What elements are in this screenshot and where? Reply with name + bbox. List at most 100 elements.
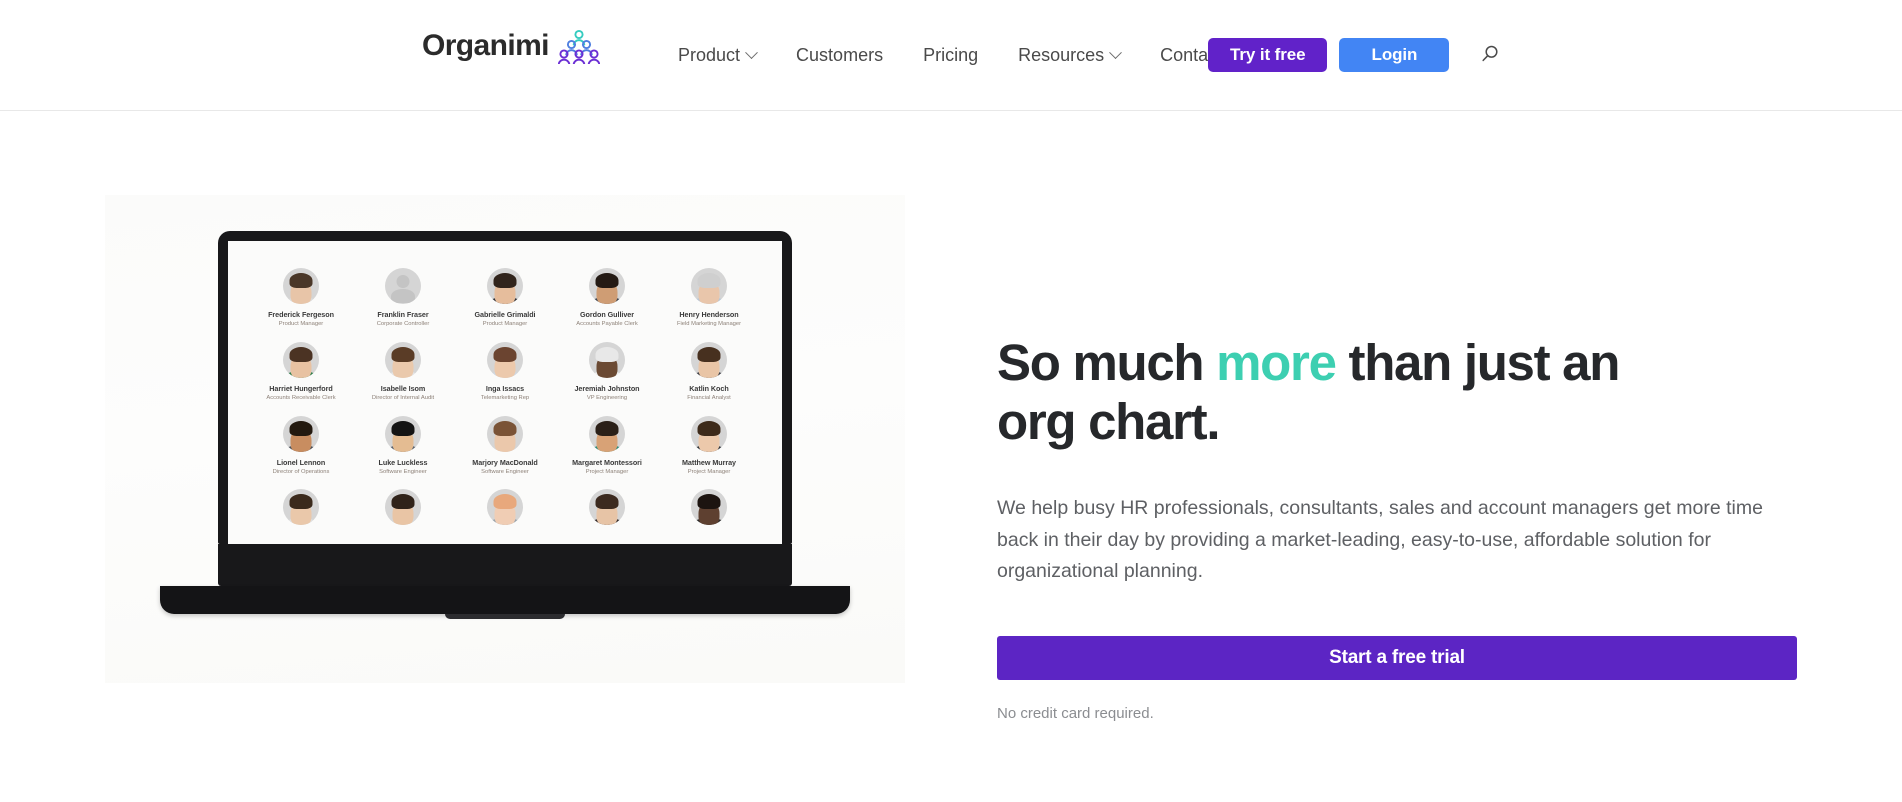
hero-headline-part1: So much bbox=[997, 334, 1217, 391]
avatar-hair bbox=[289, 273, 313, 288]
org-chart-card[interactable]: Katlin Koch Financial Analyst bbox=[658, 341, 760, 403]
search-icon bbox=[1480, 44, 1500, 67]
nav-item-resources[interactable]: Resources bbox=[998, 45, 1140, 66]
cta-note: No credit card required. bbox=[997, 705, 1154, 723]
chevron-down-icon bbox=[745, 45, 758, 59]
avatar-hair bbox=[493, 346, 517, 362]
avatar bbox=[691, 268, 727, 304]
avatar bbox=[487, 489, 523, 526]
avatar-hair bbox=[595, 420, 619, 436]
avatar-shoulders bbox=[391, 289, 415, 303]
avatar bbox=[487, 415, 523, 452]
nav-item-product-label: Product bbox=[678, 44, 741, 65]
org-chart-grid: Frederick Fergeson Product Manager Frankli… bbox=[228, 241, 782, 531]
avatar bbox=[487, 341, 523, 378]
org-chart-person-name: Franklin Fraser bbox=[377, 310, 429, 319]
nav-item-pricing[interactable]: Pricing bbox=[903, 45, 998, 66]
avatar bbox=[691, 341, 727, 378]
avatar-hair bbox=[493, 494, 517, 510]
avatar-hair bbox=[391, 346, 415, 362]
nav-item-customers[interactable]: Customers bbox=[776, 45, 903, 66]
org-chart-person-name: Henry Henderson bbox=[679, 310, 739, 319]
avatar-hair bbox=[289, 346, 313, 362]
hero-headline-accent: more bbox=[1216, 334, 1337, 391]
org-chart-card[interactable]: Gabrielle Grimaldi Product Manager bbox=[454, 268, 556, 329]
try-it-free-button[interactable]: Try it free bbox=[1208, 38, 1328, 72]
org-chart-card[interactable] bbox=[250, 489, 352, 531]
organimi-pyramid-logo-icon bbox=[557, 28, 601, 65]
avatar-hair bbox=[493, 420, 517, 436]
org-chart-person-title: Accounts Payable Clerk bbox=[576, 321, 638, 327]
brand-wordmark: Organimi bbox=[422, 29, 549, 62]
org-chart-person-name: Margaret Montessori bbox=[572, 457, 642, 467]
laptop-mockup-image: Frederick Fergeson Product Manager Frankli… bbox=[160, 231, 850, 619]
avatar-hair bbox=[697, 494, 721, 510]
org-chart-card[interactable]: Luke Luckless Software Engineer bbox=[352, 415, 454, 477]
start-free-trial-button[interactable]: Start a free trial bbox=[997, 636, 1797, 681]
org-chart-card[interactable] bbox=[556, 489, 658, 531]
org-chart-person-title: Field Marketing Manager bbox=[676, 321, 742, 327]
org-chart-person-title: Project Manager bbox=[687, 468, 731, 475]
org-chart-card[interactable]: Frederick Fergeson Product Manager bbox=[250, 268, 352, 329]
org-chart-person-name: Frederick Fergeson bbox=[268, 310, 334, 319]
org-chart-person-title: Software Engineer bbox=[379, 468, 427, 475]
avatar-hair bbox=[595, 494, 619, 510]
org-chart-card[interactable]: Marjory MacDonald Software Engineer bbox=[454, 415, 556, 477]
search-button[interactable] bbox=[1470, 0, 1510, 110]
org-chart-card[interactable]: Margaret Montessori Project Manager bbox=[556, 415, 658, 477]
avatar bbox=[487, 268, 523, 304]
avatar bbox=[589, 489, 625, 526]
hero-visual-panel: Frederick Fergeson Product Manager Frankli… bbox=[105, 195, 905, 683]
org-chart-card[interactable]: Lionel Lennon Director of Operations bbox=[250, 415, 352, 477]
nav-item-resources-label: Resources bbox=[1018, 44, 1105, 65]
avatar-hair bbox=[493, 273, 517, 288]
login-button[interactable]: Login bbox=[1339, 38, 1450, 72]
avatar bbox=[385, 489, 421, 526]
org-chart-person-name: Luke Luckless bbox=[378, 457, 428, 467]
org-chart-person-title: Telemarketing Rep bbox=[480, 394, 530, 401]
org-chart-person-name: Inga Issacs bbox=[485, 383, 525, 393]
org-chart-person-name: Harriet Hungerford bbox=[269, 383, 333, 393]
laptop-notch bbox=[445, 614, 565, 619]
brand-logo[interactable]: Organimi bbox=[422, 28, 601, 65]
org-chart-card[interactable]: Isabelle Isom Director of Internal Audit bbox=[352, 341, 454, 403]
avatar-hair bbox=[391, 494, 415, 510]
org-chart-card[interactable]: Franklin Fraser Corporate Controller bbox=[352, 268, 454, 329]
org-chart-card[interactable] bbox=[352, 489, 454, 531]
avatar-hair bbox=[697, 420, 721, 436]
chevron-down-icon bbox=[1109, 45, 1123, 59]
org-chart-card[interactable]: Gordon Gulliver Accounts Payable Clerk bbox=[556, 268, 658, 329]
org-chart-person-name: Marjory MacDonald bbox=[472, 457, 538, 467]
avatar bbox=[589, 268, 625, 304]
avatar-hair bbox=[289, 494, 313, 510]
header-inner: Organimi Product Customers Pricing Resou… bbox=[0, 0, 1902, 110]
org-chart-card[interactable]: Inga Issacs Telemarketing Rep bbox=[454, 341, 556, 403]
org-chart-card[interactable]: Jeremiah Johnston VP Engineering bbox=[556, 341, 658, 403]
org-chart-person-title: Financial Analyst bbox=[687, 394, 731, 401]
org-chart-person-name: Isabelle Isom bbox=[380, 383, 426, 393]
avatar bbox=[589, 415, 625, 452]
org-chart-person-title: Director of Operations bbox=[272, 468, 330, 475]
header-actions: Try it free Login bbox=[1208, 0, 1450, 110]
org-chart-person-name: Gordon Gulliver bbox=[580, 310, 634, 319]
org-chart-person-name: Katlin Koch bbox=[689, 383, 729, 393]
avatar bbox=[691, 415, 727, 452]
nav-item-product[interactable]: Product bbox=[678, 45, 776, 66]
org-chart-card[interactable] bbox=[454, 489, 556, 531]
nav-item-customers-label: Customers bbox=[796, 44, 884, 65]
avatar-hair bbox=[289, 420, 313, 436]
nav-item-pricing-label: Pricing bbox=[923, 44, 979, 65]
avatar-hair bbox=[697, 273, 721, 288]
org-chart-card[interactable]: Matthew Murray Project Manager bbox=[658, 415, 760, 477]
avatar-hair bbox=[595, 273, 619, 288]
org-chart-card[interactable] bbox=[658, 489, 760, 531]
avatar bbox=[385, 415, 421, 452]
org-chart-person-title: Product Manager bbox=[278, 321, 324, 327]
avatar bbox=[589, 341, 625, 378]
org-chart-card[interactable]: Harriet Hungerford Accounts Receivable Cl… bbox=[250, 341, 352, 403]
avatar bbox=[283, 415, 319, 452]
org-chart-card[interactable]: Henry Henderson Field Marketing Manager bbox=[658, 268, 760, 329]
org-chart-person-title: Software Engineer bbox=[481, 468, 529, 475]
org-chart-person-title: Director of Internal Audit bbox=[371, 394, 435, 401]
main-navigation: Product Customers Pricing Resources Cont… bbox=[678, 0, 1269, 110]
